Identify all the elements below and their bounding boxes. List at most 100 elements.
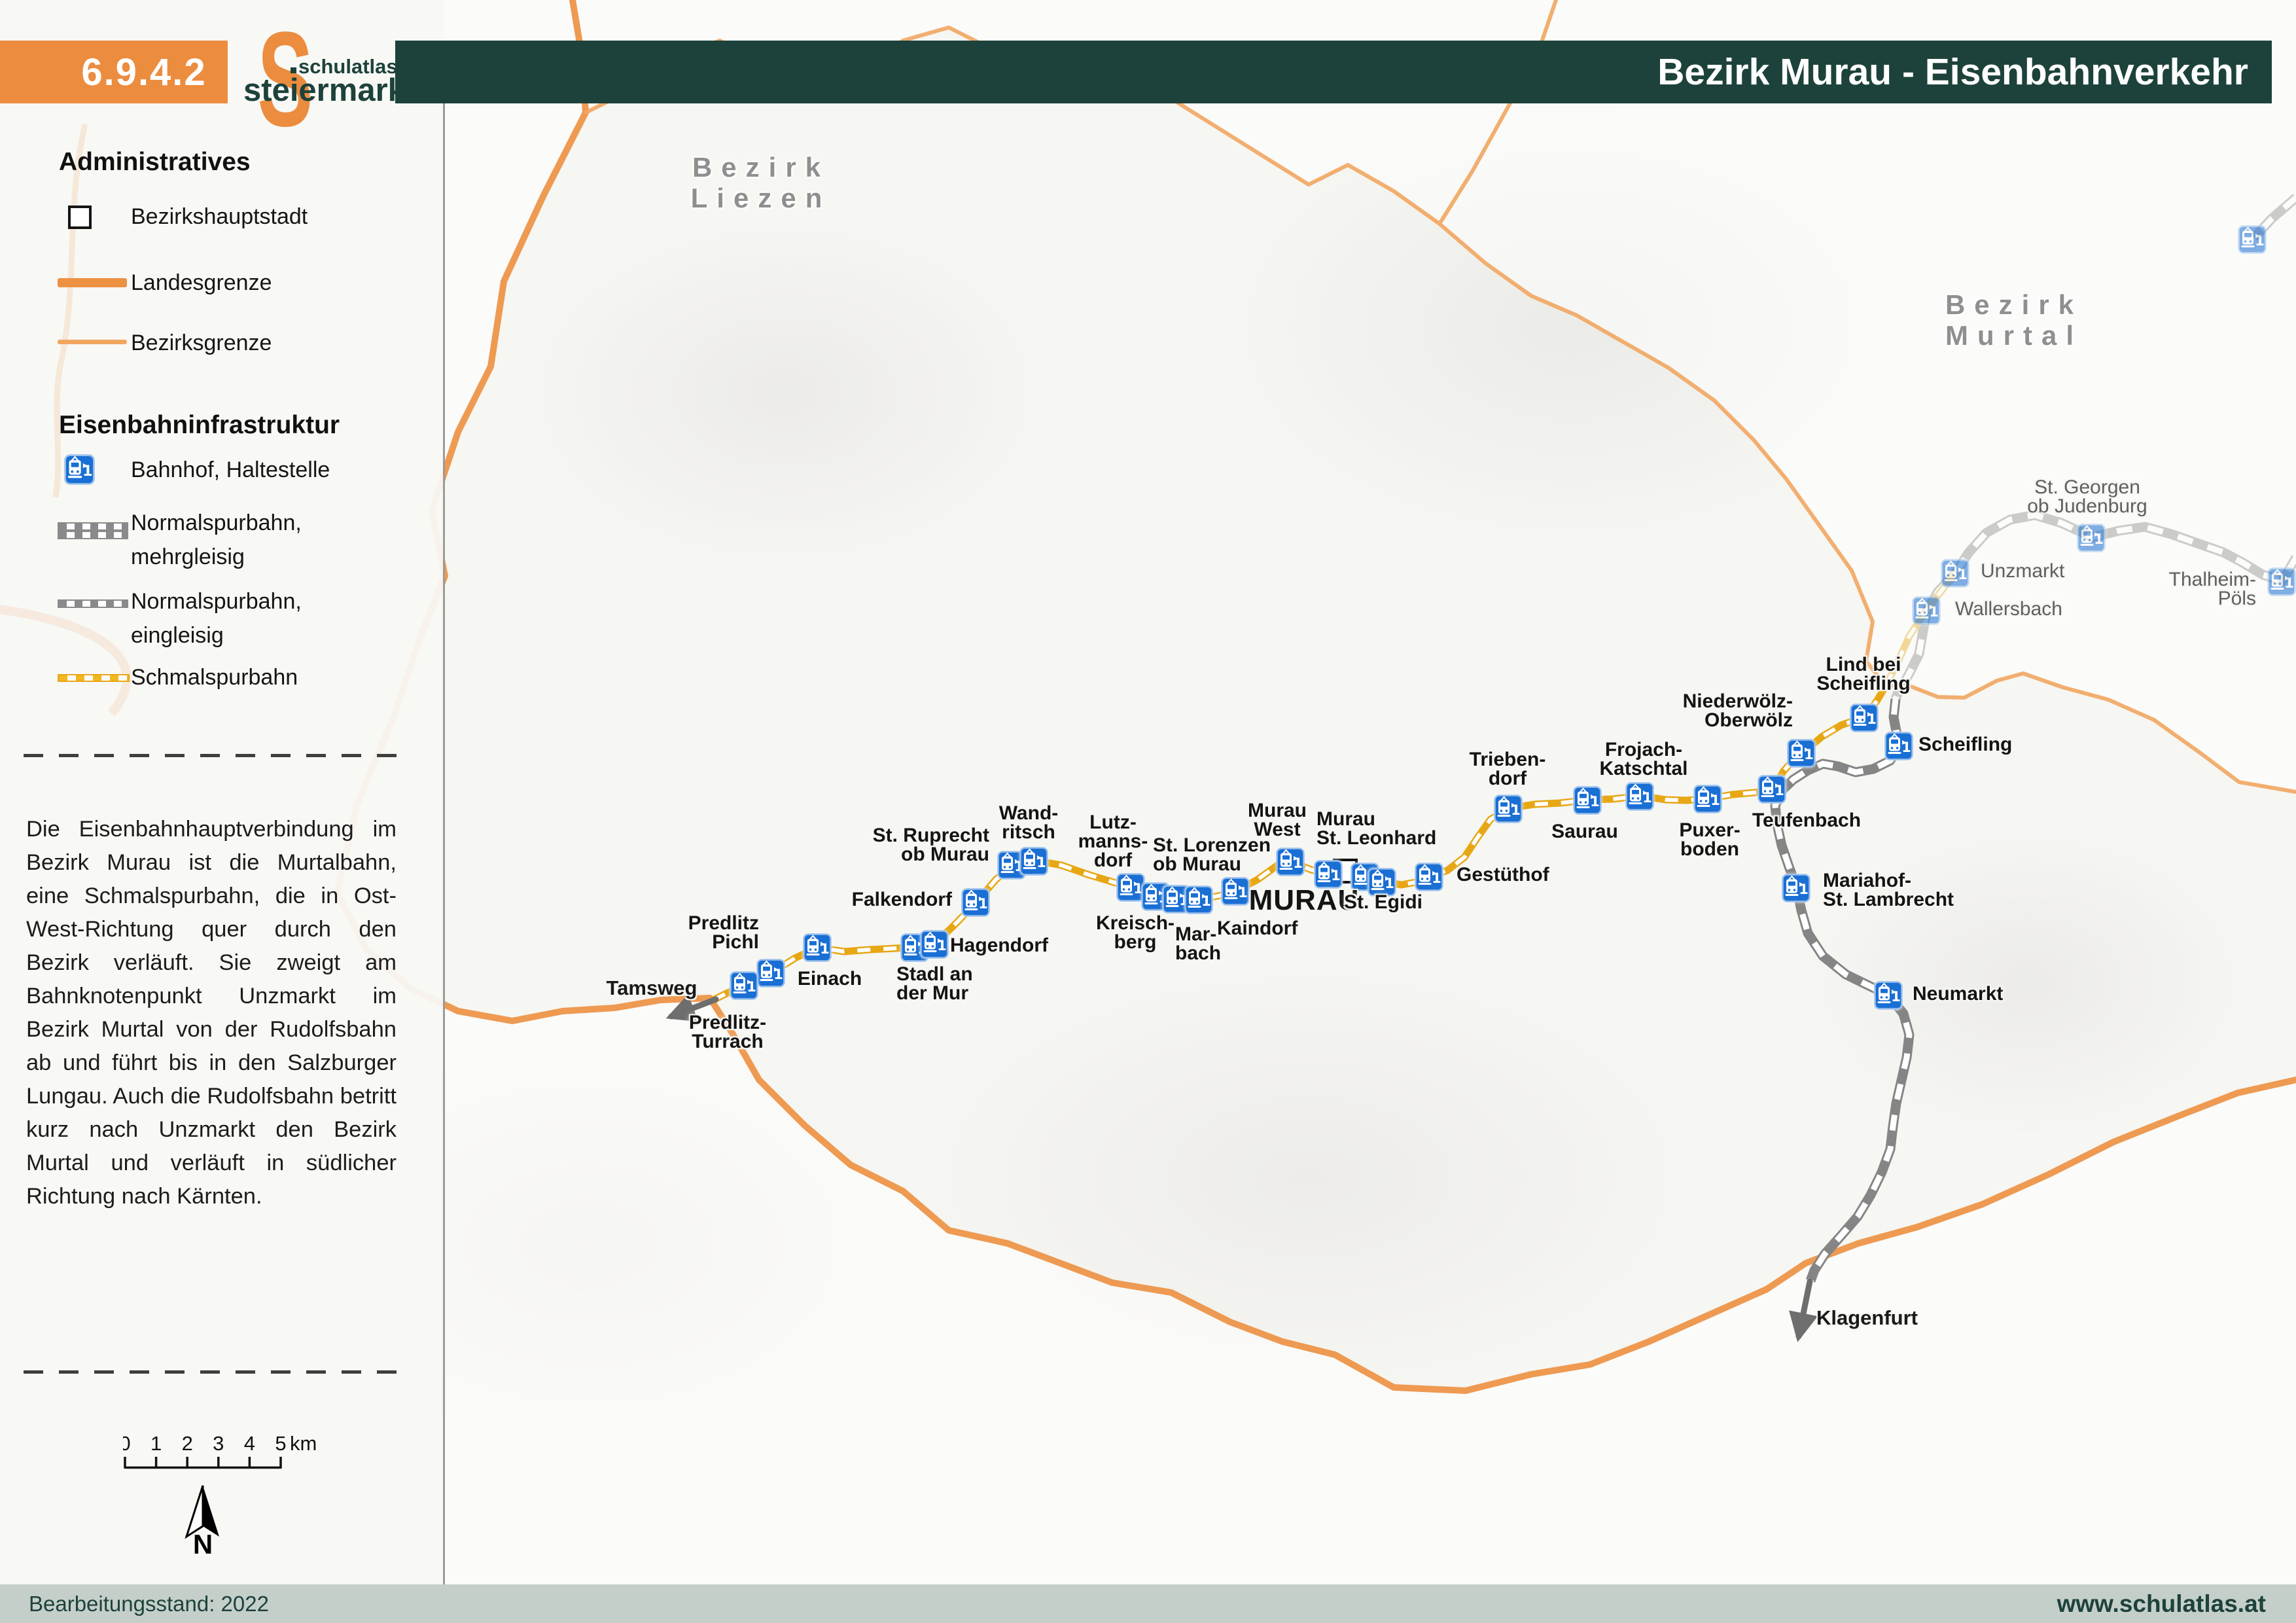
svg-text:1: 1 [1201, 893, 1211, 909]
svg-text:0: 0 [123, 1432, 131, 1455]
station-label-murau: MURAU [1249, 886, 1360, 915]
station-label-st-egidi: St. Egidi [1344, 893, 1422, 912]
station-icon-northeast-edge: 1 [2238, 225, 2267, 254]
station-label-predlitz-pichl: PredlitzPichl [688, 914, 759, 952]
svg-text:1: 1 [978, 896, 988, 912]
station-label-lind-bei-scheifling: Lind beiScheifling [1816, 655, 1910, 693]
station-icon-triebendorf: 1 [1494, 794, 1523, 823]
svg-text:5: 5 [275, 1432, 286, 1455]
station-icon-niederwoelz-oberwoelz: 1 [1787, 739, 1816, 768]
station-label-teufenbach: Teufenbach [1752, 811, 1861, 830]
svg-text:4: 4 [244, 1432, 255, 1455]
station-icon-teufenbach: 1 [1757, 775, 1786, 804]
svg-text:1: 1 [1293, 855, 1303, 871]
direction-label-klagenfurt: Klagenfurt [1816, 1306, 1918, 1330]
svg-text:2: 2 [182, 1432, 193, 1455]
page-title: Bezirk Murau - Eisenbahnverkehr [1657, 50, 2248, 94]
legend-bezirksgrenze-label: Bezirksgrenze [131, 330, 272, 355]
title-bar: Bezirk Murau - Eisenbahnverkehr [395, 41, 2272, 103]
station-label-frojach-katschtal: Frojach-Katschtal [1599, 740, 1687, 778]
station-label-hagendorf: Hagendorf [950, 936, 1048, 955]
station-label-lutzmannsdorf: Lutz-manns-dorf [1078, 813, 1148, 870]
station-label-triebendorf: Trieben-dorf [1470, 750, 1546, 788]
svg-text:3: 3 [213, 1432, 224, 1455]
station-icon-thalheim-poels: 1 [2267, 567, 2296, 596]
svg-text:1: 1 [1804, 747, 1814, 762]
north-arrow: N [171, 1480, 234, 1556]
sidebar-divider [443, 103, 445, 1584]
svg-text:1: 1 [2094, 531, 2104, 547]
divider-bottom [24, 1370, 410, 1374]
station-icon-marbach: 1 [1184, 885, 1213, 914]
station-label-st-georgen-ob-judenburg: St. Georgenob Judenburg [2027, 478, 2147, 516]
station-label-murau-st-leonhard: MurauSt. Leonhard [1316, 810, 1436, 847]
eingleisig-line2: eingleisig [131, 618, 302, 652]
bezirksgrenze-symbol [58, 340, 127, 344]
station-icon-predlitz-pichl: 1 [756, 959, 785, 988]
svg-text:km: km [290, 1432, 317, 1455]
station-icon-lind-bei-scheifling: 1 [1850, 704, 1879, 732]
svg-text:1: 1 [747, 979, 756, 995]
station-icon-einach: 1 [803, 933, 832, 962]
mehrgleisig-line2: mehrgleisig [131, 540, 302, 574]
svg-text:1: 1 [1331, 868, 1341, 883]
legend-bezirkshauptstadt-label: Bezirkshauptstadt [131, 204, 308, 229]
sidebar: Administratives Bezirkshauptstadt Landes… [0, 0, 444, 1584]
station-label-kaindorf: Kaindorf [1217, 919, 1298, 938]
schulatlas-logo-bottom: steiermark [243, 72, 406, 109]
divider-top [24, 754, 410, 757]
station-label-gestuethof: Gestüthof [1457, 865, 1549, 884]
station-label-falkendorf: Falkendorf [852, 890, 952, 909]
svg-text:1: 1 [1901, 740, 1911, 755]
edit-status: Bearbeitungsstand: 2022 [29, 1584, 269, 1623]
station-icon-kaindorf: 1 [1221, 877, 1250, 906]
station-icon-st-georgen-ob-judenburg: 1 [2077, 524, 2106, 552]
svg-text:1: 1 [1929, 604, 1939, 620]
scale-bar: 012345km [123, 1431, 332, 1472]
svg-text:1: 1 [773, 967, 783, 982]
svg-text:1: 1 [937, 938, 947, 954]
station-icon-frojach-katschtal: 1 [1625, 782, 1654, 811]
station-label-puxerboden: Puxer-boden [1679, 821, 1740, 859]
atlas-page: 1 PredlitzPichl 1 Predlitz-Turrach 1 Ein… [0, 0, 2296, 1623]
svg-text:1: 1 [1036, 855, 1046, 870]
station-label-einach: Einach [798, 969, 862, 988]
svg-text:1: 1 [150, 1432, 162, 1455]
svg-text:1: 1 [1867, 711, 1877, 727]
station-icon-falkendorf: 1 [961, 888, 990, 917]
station-label-mariahof-st-lambrecht: Mariahof-St. Lambrecht [1823, 871, 1954, 909]
station-label-kreischberg: Kreisch-berg [1096, 914, 1174, 952]
station-label-saurau: Saurau [1551, 822, 1618, 841]
description-text: Die Eisenbahnhauptverbindung im Bezirk M… [26, 813, 397, 1213]
region-label-bezirk-liezen: BezirkLiezen [691, 152, 832, 213]
legend-mehrgleisig-label: Normalspurbahn, mehrgleisig [131, 506, 302, 574]
station-label-wandritsch: Wand-ritsch [999, 804, 1059, 842]
svg-text:1: 1 [1432, 870, 1441, 886]
svg-text:1: 1 [1775, 783, 1784, 798]
station-icon-gestuethof: 1 [1415, 863, 1443, 891]
station-icon-mariahof-st-lambrecht: 1 [1782, 874, 1810, 902]
station-label-marbach: Mar-bach [1175, 925, 1221, 963]
station-icon-saurau: 1 [1573, 786, 1602, 815]
mehrgleisig-line1: Normalspurbahn, [131, 506, 302, 540]
legend-landesgrenze-label: Landesgrenze [131, 270, 272, 295]
schmalspurbahn-symbol [58, 674, 130, 682]
svg-text:1: 1 [1710, 793, 1720, 808]
normalspur-mehrgleisig-symbol [58, 522, 128, 531]
bahnhof-icon: 1 [64, 454, 95, 485]
station-label-predlitz-turrach: Predlitz-Turrach [689, 1013, 766, 1051]
station-icon-wallersbach: 1 [1912, 596, 1941, 625]
svg-text:1: 1 [1891, 989, 1901, 1005]
svg-text:1: 1 [1511, 802, 1521, 818]
svg-text:1: 1 [1799, 882, 1809, 897]
legend-rail-heading: Eisenbahninfrastruktur [59, 411, 340, 440]
svg-text:1: 1 [1642, 790, 1652, 806]
footer-bar: Bearbeitungsstand: 2022 www.schulatlas.a… [0, 1584, 2296, 1623]
svg-text:1: 1 [1238, 885, 1248, 901]
station-label-scheifling: Scheifling [1918, 735, 2012, 754]
svg-text:1: 1 [1590, 794, 1600, 810]
legend-eingleisig-label: Normalspurbahn, eingleisig [131, 584, 302, 652]
legend-schmalspurbahn-label: Schmalspurbahn [131, 665, 298, 690]
svg-text:1: 1 [1385, 876, 1394, 891]
eingleisig-line1: Normalspurbahn, [131, 584, 302, 618]
